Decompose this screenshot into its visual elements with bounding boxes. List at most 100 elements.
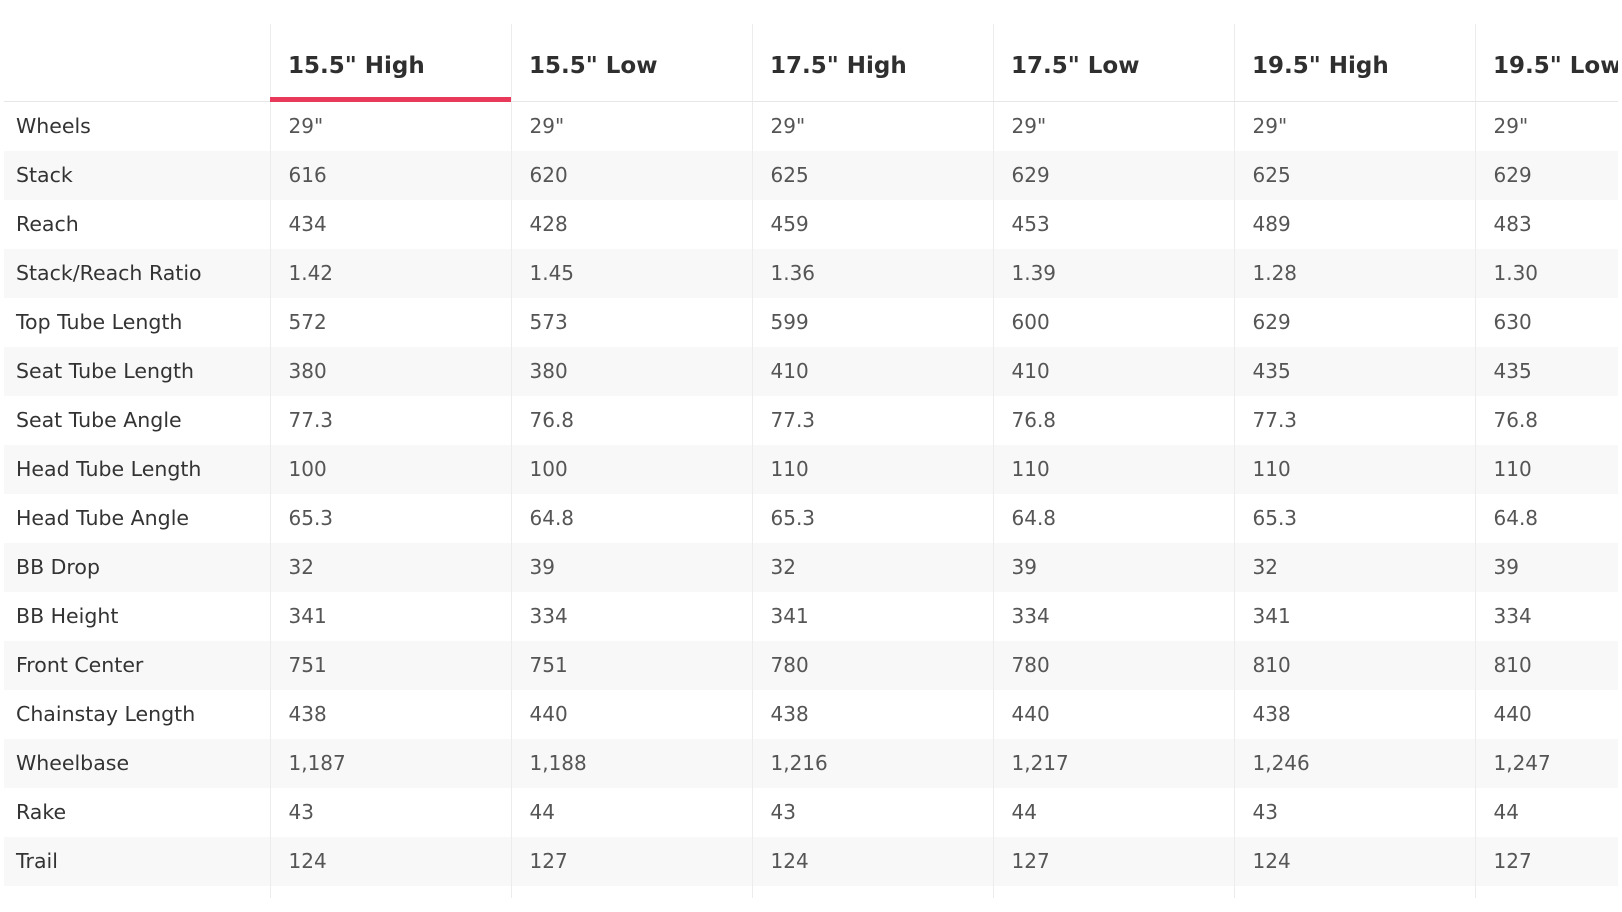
table-cell: 334 (510, 591, 752, 641)
table-cell: 110 (992, 444, 1234, 494)
table-cell: 620 (510, 150, 752, 200)
table-cell: 726 (510, 885, 752, 898)
table-cell: 483 (1474, 199, 1618, 249)
table-cell: 110 (751, 444, 993, 494)
table-cell: 780 (992, 640, 1234, 690)
size-tab-label: 17.5" High (770, 53, 907, 79)
row-label: Front Center (4, 640, 270, 690)
table-cell: 410 (751, 346, 993, 396)
size-header-row: 15.5" High 15.5" Low 17.5" High 17.5" Lo… (4, 0, 1618, 102)
table-cell: 32 (1233, 542, 1475, 592)
row-label: Seat Tube Angle (16, 408, 182, 432)
geometry-table-container: 15.5" High 15.5" Low 17.5" High 17.5" Lo… (4, 0, 1618, 898)
table-row: Trail 124 127 124 127 124 127 (4, 836, 1618, 886)
row-label: BB Drop (4, 542, 270, 592)
table-cell: 110 (1233, 444, 1475, 494)
table-cell: 43 (1233, 787, 1475, 837)
table-cell: 44 (1474, 787, 1618, 837)
table-cell: 64.8 (992, 493, 1234, 543)
table-cell: 629 (1474, 150, 1618, 200)
table-cell: 380 (269, 346, 511, 396)
row-label: Chainstay Length (16, 702, 196, 726)
table-cell: 600 (992, 297, 1234, 347)
table-cell: 29" (1474, 101, 1618, 151)
row-label: BB Height (16, 604, 119, 628)
row-label: Head Tube Angle (16, 506, 189, 530)
size-tab-15-5-low[interactable]: 15.5" Low (511, 0, 752, 102)
table-cell: 29" (510, 101, 752, 151)
row-label: Rake (16, 800, 67, 824)
table-cell: 438 (269, 689, 511, 739)
table-cell: 341 (1233, 591, 1475, 641)
size-tab-17-5-high[interactable]: 17.5" High (752, 0, 993, 102)
table-row: Stack/Reach Ratio 1.42 1.45 1.36 1.39 1.28 1.3… (4, 248, 1618, 298)
table-cell: 810 (1233, 640, 1475, 690)
row-label: Reach (16, 212, 79, 236)
geometry-table: 15.5" High 15.5" Low 17.5" High 17.5" Lo… (4, 0, 1618, 898)
table-cell: 625 (751, 150, 993, 200)
table-row: Reach 434 428 459 453 489 483 (4, 199, 1618, 249)
table-cell: 1.45 (510, 248, 752, 298)
table-cell: 440 (510, 689, 752, 739)
table-cell: 100 (269, 444, 511, 494)
table-cell: 440 (1474, 689, 1618, 739)
size-tab-15-5-high[interactable]: 15.5" High (270, 0, 511, 102)
table-row: Wheelbase 1,187 1,188 1,216 1,217 1,246 1,247 (4, 738, 1618, 788)
geometry-rows: Wheels 29" 29" 29" 29" 29" 29" Stack 616 620 625 62… (4, 101, 1618, 898)
table-cell: 29" (751, 101, 993, 151)
size-tab-19-5-high[interactable]: 19.5" High (1234, 0, 1475, 102)
table-cell: 751 (510, 640, 752, 690)
table-row: Front Center 751 751 780 780 810 810 (4, 640, 1618, 690)
table-cell: 780 (751, 640, 993, 690)
table-cell: 29" (1233, 101, 1475, 151)
table-cell: 127 (992, 836, 1234, 886)
table-cell: 440 (992, 689, 1234, 739)
size-tab-19-5-low[interactable]: 19.5" Low (1475, 0, 1618, 102)
table-cell: 65.3 (269, 493, 511, 543)
table-cell: 124 (269, 836, 511, 886)
table-cell: 43 (269, 787, 511, 837)
table-cell: 625 (1233, 150, 1475, 200)
table-cell: 127 (1474, 836, 1618, 886)
table-cell: 1.42 (269, 248, 511, 298)
table-cell: 629 (1233, 297, 1475, 347)
table-cell: 39 (992, 542, 1234, 592)
size-tab-label: 17.5" Low (1011, 53, 1140, 79)
table-cell: 435 (1474, 346, 1618, 396)
table-cell: 39 (510, 542, 752, 592)
row-label: Seat Tube Length (4, 346, 270, 396)
table-cell: 127 (510, 836, 752, 886)
table-cell: 76.8 (510, 395, 752, 445)
table-cell: 77.3 (269, 395, 511, 445)
table-row: Rake 43 44 43 44 43 44 (4, 787, 1618, 837)
table-cell: 44 (510, 787, 752, 837)
table-cell: 410 (992, 346, 1234, 396)
size-tab-17-5-low[interactable]: 17.5" Low (993, 0, 1234, 102)
table-cell: 76.8 (992, 395, 1234, 445)
table-cell: 438 (1233, 689, 1475, 739)
table-cell: 334 (1474, 591, 1618, 641)
table-cell: 110 (1474, 444, 1618, 494)
size-tab-label: 15.5" High (288, 53, 425, 79)
table-cell: 1,246 (1233, 738, 1475, 788)
table-cell: 489 (1233, 199, 1475, 249)
table-cell: 100 (510, 444, 752, 494)
table-row: Seat Tube Angle 77.3 76.8 77.3 76.8 77.3 76.8 (4, 395, 1618, 445)
table-cell: 1,187 (269, 738, 511, 788)
table-cell: 1.39 (992, 248, 1234, 298)
table-row: Standover Height732726733727739733 (4, 885, 1618, 898)
table-cell: 573 (510, 297, 752, 347)
table-row: Head Tube Angle 65.3 64.8 65.3 64.8 65.3 64.8 (4, 493, 1618, 543)
table-cell: 428 (510, 199, 752, 249)
table-cell: 1.36 (751, 248, 993, 298)
row-label: Wheels (16, 114, 91, 139)
table-cell: 453 (992, 199, 1234, 249)
table-cell: 616 (269, 150, 511, 200)
table-cell: 29" (992, 101, 1234, 151)
table-cell: 810 (1474, 640, 1618, 690)
table-cell: 727 (992, 885, 1234, 898)
table-row: Chainstay Length 438 440 438 440 438 440 (4, 689, 1618, 739)
table-cell: 630 (1474, 297, 1618, 347)
table-cell: 64.8 (510, 493, 752, 543)
row-label: Trail (4, 836, 270, 886)
